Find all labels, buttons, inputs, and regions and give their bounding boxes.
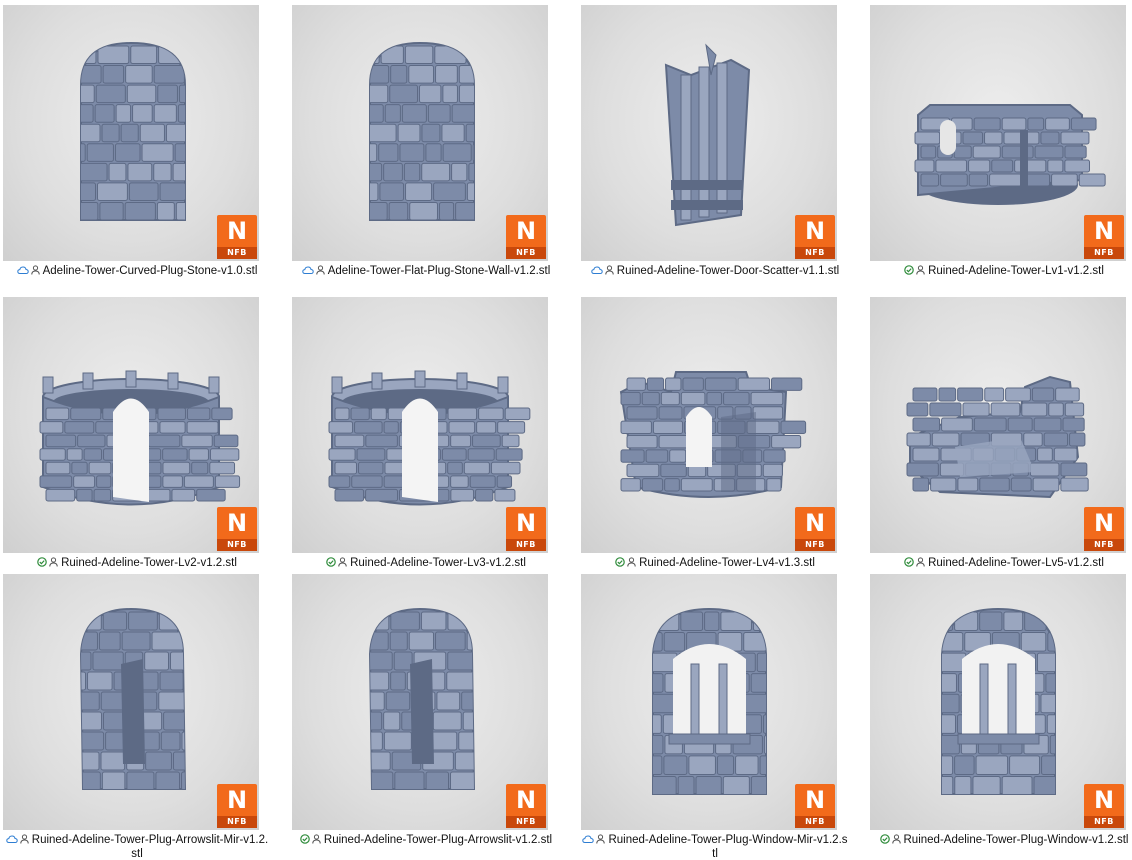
file-name-text: Ruined-Adeline-Tower-Lv5-v1.2.stl (928, 557, 1104, 569)
file-name-text: Ruined-Adeline-Tower-Lv4-v1.3.stl (639, 557, 815, 569)
nfb-badge-icon: N NFB (795, 784, 835, 828)
file-name-text: Ruined-Adeline-Tower-Plug-Window-Mir-v1.… (608, 834, 848, 860)
file-thumbnail-grid: N NFB Adeline-Tower-Curved-Plug-Stone-v1… (0, 0, 1132, 860)
cloud-icon (582, 835, 595, 843)
person-icon (312, 834, 321, 844)
person-icon (916, 265, 925, 275)
file-name-text: Ruined-Adeline-Tower-Door-Scatter-v1.1.s… (616, 265, 840, 277)
file-thumbnail[interactable]: N NFB (3, 297, 259, 553)
file-name[interactable]: Ruined-Adeline-Tower-Lv3-v1.2.stl (292, 556, 560, 570)
check-circle-icon (300, 834, 310, 844)
person-icon (49, 557, 58, 567)
file-name[interactable]: Ruined-Adeline-Tower-Plug-Window-v1.2.st… (870, 833, 1132, 847)
file-name-text: Ruined-Adeline-Tower-Plug-Arrowslit-v1.2… (323, 834, 553, 846)
nfb-badge-icon: N NFB (1084, 507, 1124, 551)
file-thumbnail[interactable]: N NFB (870, 5, 1126, 261)
check-circle-icon (37, 557, 47, 567)
file-thumbnail[interactable]: N NFB (292, 574, 548, 830)
person-icon (338, 557, 347, 567)
file-name[interactable]: Ruined-Adeline-Tower-Door-Scatter-v1.1.s… (581, 264, 849, 278)
person-icon (596, 834, 606, 844)
check-circle-icon (879, 834, 890, 844)
nfb-badge-icon: N NFB (1084, 215, 1124, 259)
person-icon (605, 265, 614, 275)
file-thumbnail[interactable]: N NFB (292, 5, 548, 261)
nfb-badge-icon: N NFB (506, 215, 546, 259)
file-name[interactable]: Adeline-Tower-Flat-Plug-Stone-Wall-v1.2.… (292, 264, 560, 278)
file-thumbnail[interactable]: N NFB (870, 574, 1126, 830)
file-name[interactable]: Ruined-Adeline-Tower-Lv2-v1.2.stl (3, 556, 271, 570)
file-name-text: Ruined-Adeline-Tower-Plug-Arrowslit-Mir-… (31, 834, 269, 860)
nfb-badge-icon: N NFB (506, 507, 546, 551)
file-name-text: Ruined-Adeline-Tower-Lv3-v1.2.stl (350, 557, 526, 569)
file-thumbnail[interactable]: N NFB (3, 574, 259, 830)
check-circle-icon (615, 557, 625, 567)
nfb-badge-icon: N NFB (795, 215, 835, 259)
person-icon (315, 265, 325, 275)
file-name[interactable]: Adeline-Tower-Curved-Plug-Stone-v1.0.stl (3, 264, 271, 278)
file-name[interactable]: Ruined-Adeline-Tower-Plug-Window-Mir-v1.… (581, 833, 849, 860)
cloud-icon (16, 266, 29, 274)
file-name[interactable]: Ruined-Adeline-Tower-Lv5-v1.2.stl (870, 556, 1132, 570)
nfb-badge-icon: N NFB (217, 215, 257, 259)
file-thumbnail[interactable]: N NFB (581, 574, 837, 830)
person-icon (20, 834, 29, 844)
person-icon (916, 557, 925, 567)
file-name-text: Ruined-Adeline-Tower-Plug-Window-v1.2.st… (903, 834, 1129, 846)
check-circle-icon (904, 557, 914, 567)
file-thumbnail[interactable]: N NFB (581, 297, 837, 553)
person-icon (891, 834, 901, 844)
file-name[interactable]: Ruined-Adeline-Tower-Lv1-v1.2.stl (870, 264, 1132, 278)
file-name-text: Ruined-Adeline-Tower-Lv2-v1.2.stl (61, 557, 237, 569)
person-icon (30, 265, 40, 275)
file-name[interactable]: Ruined-Adeline-Tower-Plug-Arrowslit-Mir-… (3, 833, 271, 860)
nfb-badge-icon: N NFB (1084, 784, 1124, 828)
person-icon (627, 557, 636, 567)
file-name-text: Adeline-Tower-Flat-Plug-Stone-Wall-v1.2.… (327, 265, 551, 277)
file-thumbnail[interactable]: N NFB (3, 5, 259, 261)
nfb-badge-icon: N NFB (217, 784, 257, 828)
nfb-badge-icon: N NFB (795, 507, 835, 551)
file-thumbnail[interactable]: N NFB (581, 5, 837, 261)
cloud-icon (591, 266, 603, 274)
file-name-text: Ruined-Adeline-Tower-Lv1-v1.2.stl (928, 265, 1104, 277)
file-name-text: Adeline-Tower-Curved-Plug-Stone-v1.0.stl (42, 265, 258, 277)
cloud-icon (301, 266, 314, 274)
file-name[interactable]: Ruined-Adeline-Tower-Plug-Arrowslit-v1.2… (292, 833, 560, 847)
file-thumbnail[interactable]: N NFB (870, 297, 1126, 553)
check-circle-icon (326, 557, 336, 567)
nfb-badge-icon: N NFB (217, 507, 257, 551)
check-circle-icon (904, 265, 914, 275)
file-thumbnail[interactable]: N NFB (292, 297, 548, 553)
file-name[interactable]: Ruined-Adeline-Tower-Lv4-v1.3.stl (581, 556, 849, 570)
nfb-badge-icon: N NFB (506, 784, 546, 828)
cloud-icon (6, 835, 18, 843)
